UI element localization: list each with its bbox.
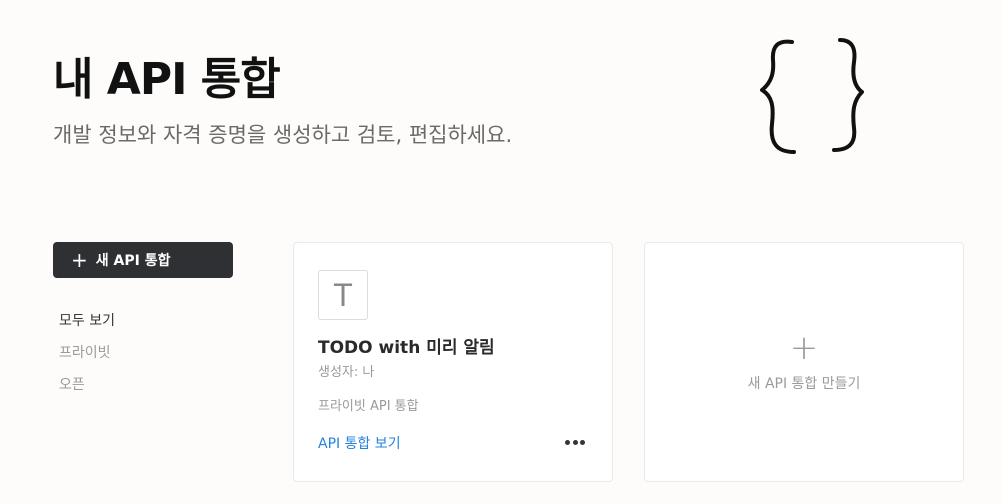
page-title: 내 API 통합	[53, 54, 281, 105]
view-integration-link[interactable]: API 통합 보기	[318, 433, 401, 453]
plus-icon: +	[71, 248, 88, 272]
integration-creator: 생성자: 나	[318, 365, 375, 380]
filter-public[interactable]: 오픈	[59, 369, 115, 401]
integrations-page: 내 API 통합 개발 정보와 자격 증명을 생성하고 검토, 편집하세요. +…	[0, 0, 1002, 504]
new-integration-button[interactable]: + 새 API 통합	[53, 242, 233, 278]
dot	[565, 439, 570, 445]
integration-avatar: T	[318, 270, 368, 320]
more-horizontal-icon[interactable]	[562, 431, 588, 453]
filter-all[interactable]: 모두 보기	[59, 305, 115, 337]
create-integration-card[interactable]: + 새 API 통합 만들기	[644, 242, 964, 482]
plus-icon: +	[789, 328, 819, 368]
page-subtitle: 개발 정보와 자격 증명을 생성하고 검토, 편집하세요.	[53, 123, 513, 147]
integration-name: TODO with 미리 알림	[318, 338, 495, 358]
create-integration-label: 새 API 통합 만들기	[747, 376, 861, 392]
dot	[580, 439, 585, 445]
integration-card[interactable]: T TODO with 미리 알림 생성자: 나 프라이빗 API 통합 API…	[293, 242, 613, 482]
dot	[572, 439, 578, 445]
curly-braces-icon	[760, 38, 864, 154]
filter-private[interactable]: 프라이빗	[59, 337, 115, 369]
new-integration-label: 새 API 통합	[95, 253, 171, 269]
filter-list: 모두 보기 프라이빗 오픈	[59, 305, 115, 401]
integration-type: 프라이빗 API 통합	[318, 399, 419, 414]
